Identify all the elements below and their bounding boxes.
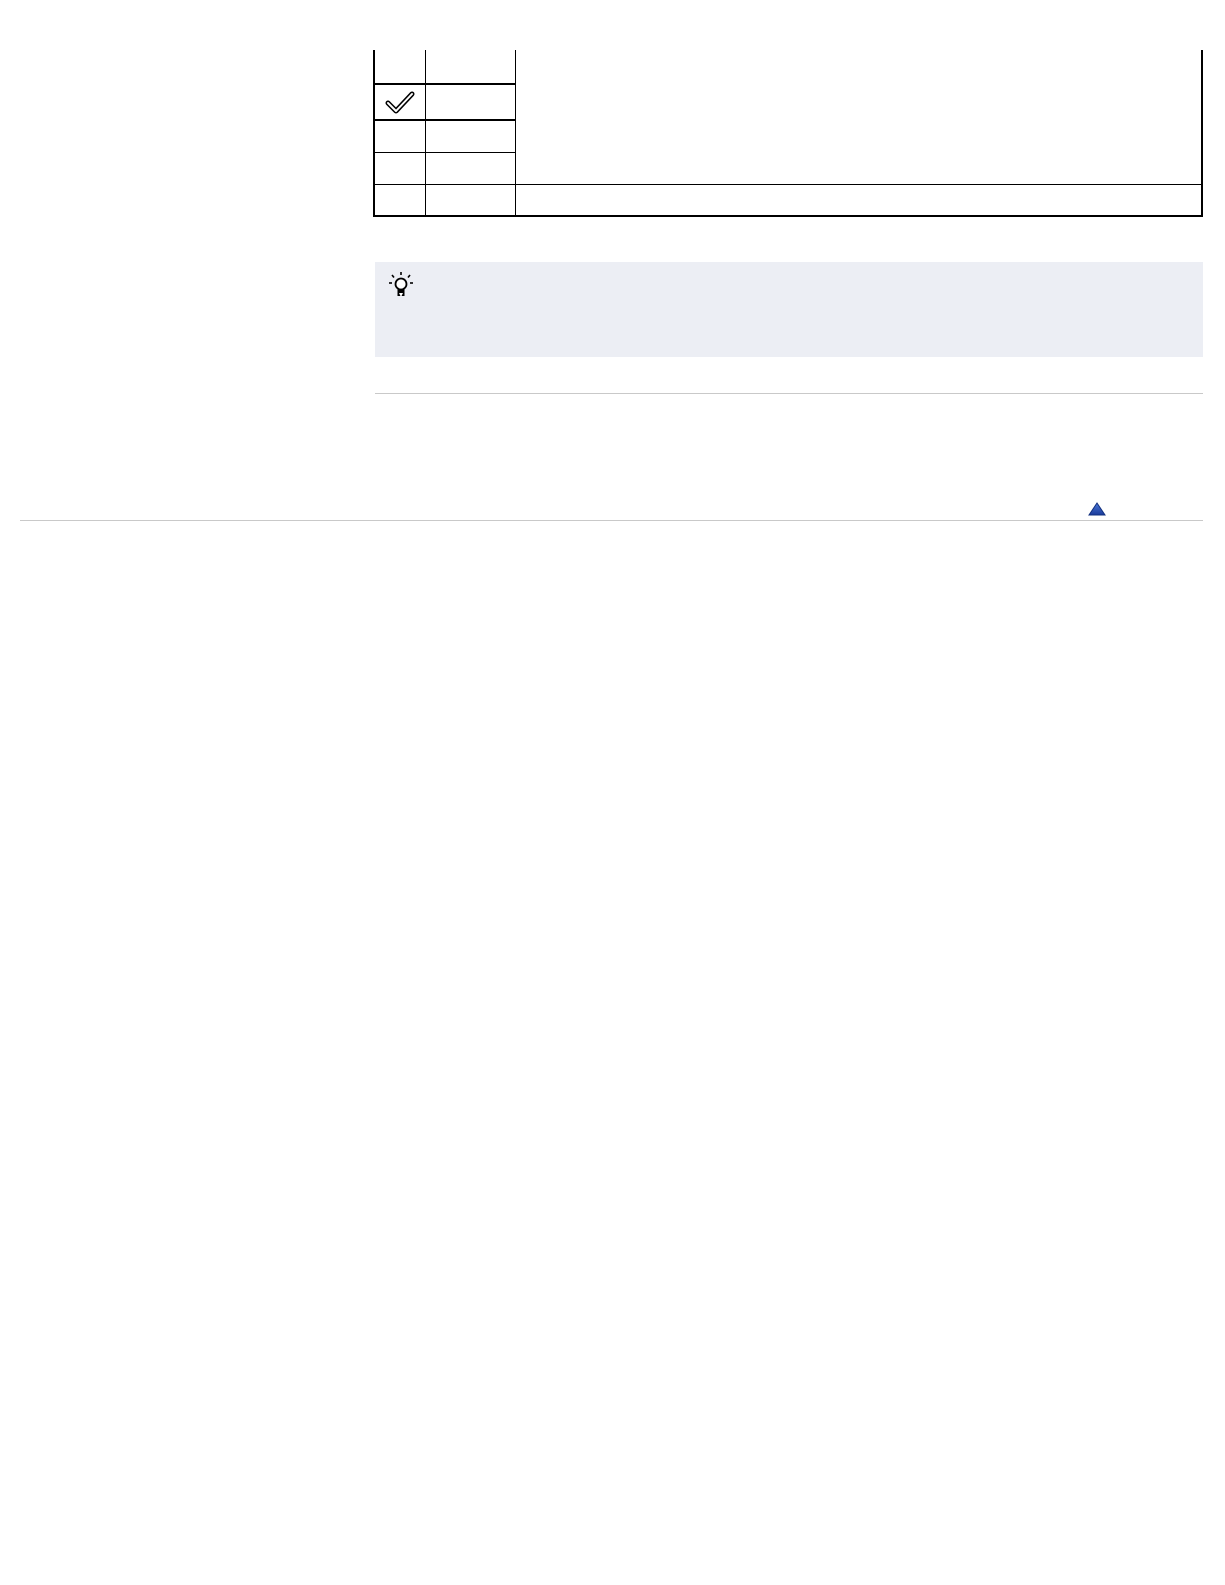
table-border-bottom bbox=[373, 215, 1203, 217]
lightbulb-hint-icon bbox=[389, 272, 413, 297]
back-to-top-button[interactable] bbox=[1088, 502, 1106, 516]
page-divider bbox=[20, 520, 1203, 521]
table-row bbox=[375, 153, 425, 184]
table-row bbox=[375, 50, 425, 83]
up-triangle-icon bbox=[1088, 502, 1106, 516]
section-divider bbox=[375, 393, 1203, 394]
table-column-divider-2 bbox=[515, 50, 516, 217]
table-row bbox=[375, 185, 425, 215]
settings-table bbox=[373, 50, 1203, 217]
table-row-selected bbox=[375, 85, 425, 119]
table-row-divider-full bbox=[373, 184, 1203, 185]
table-border-right bbox=[1201, 50, 1203, 217]
hint-box bbox=[375, 262, 1203, 357]
checkmark-icon bbox=[385, 91, 415, 114]
table-row bbox=[375, 121, 425, 152]
table-column-divider-1 bbox=[425, 50, 426, 217]
